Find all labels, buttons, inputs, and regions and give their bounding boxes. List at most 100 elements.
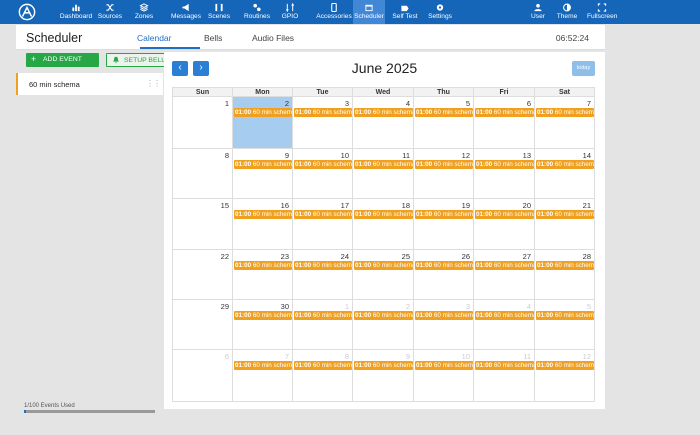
calendar-day-cell[interactable]: 21 01:00 60 min schema (534, 198, 595, 250)
calendar-day-cell[interactable]: 17 01:00 60 min schema (292, 198, 353, 250)
calendar-event[interactable]: 01:00 60 min schema (475, 361, 534, 370)
calendar-event[interactable]: 01:00 60 min schema (354, 261, 413, 270)
calendar-event[interactable]: 01:00 60 min schema (415, 261, 473, 270)
calendar-event[interactable]: 01:00 60 min schema (234, 108, 292, 117)
calendar-day-cell[interactable]: 23 01:00 60 min schema (232, 249, 293, 300)
calendar-event[interactable]: 01:00 60 min schema (475, 108, 534, 117)
calendar-event[interactable]: 01:00 60 min schema (536, 361, 594, 370)
setup-bells-button[interactable]: SETUP BELLS (106, 53, 171, 67)
logo-icon[interactable] (18, 3, 36, 21)
calendar-day-cell[interactable]: 5 01:00 60 min schema (534, 299, 595, 350)
calendar-day-cell[interactable]: 18 01:00 60 min schema (352, 198, 414, 250)
calendar-day-cell[interactable]: 3 01:00 60 min schema (413, 299, 474, 350)
calendar-event[interactable]: 01:00 60 min schema (415, 361, 473, 370)
calendar-event[interactable]: 01:00 60 min schema (415, 210, 473, 219)
nav-item-dashboard[interactable]: Dashboard (59, 0, 93, 24)
nav-item-user[interactable]: User (529, 0, 547, 24)
calendar-event[interactable]: 01:00 60 min schema (475, 210, 534, 219)
tab-audio-files[interactable]: Audio Files (252, 33, 294, 43)
calendar-event[interactable]: 01:00 60 min schema (354, 311, 413, 320)
calendar-day-cell[interactable]: 10 01:00 60 min schema (292, 148, 353, 199)
nav-item-routines[interactable]: Routines (242, 0, 272, 24)
calendar-day-cell[interactable]: 2 01:00 60 min schema (232, 96, 293, 149)
nav-item-scenes[interactable]: Scenes (206, 0, 232, 24)
nav-item-accessories[interactable]: Accessories (316, 0, 352, 24)
calendar-event[interactable]: 01:00 60 min schema (536, 261, 594, 270)
calendar-day-cell[interactable]: 12 01:00 60 min schema (534, 349, 595, 402)
calendar-day-cell[interactable]: 6 01:00 60 min schema (473, 96, 535, 149)
calendar-day-cell[interactable]: 16 01:00 60 min schema (232, 198, 293, 250)
calendar-event[interactable]: 01:00 60 min schema (536, 311, 594, 320)
calendar-day-cell[interactable]: 24 01:00 60 min schema (292, 249, 353, 300)
calendar-event[interactable]: 01:00 60 min schema (354, 210, 413, 219)
calendar-day-cell[interactable]: 11 01:00 60 min schema (352, 148, 414, 199)
calendar-day-cell[interactable]: 10 01:00 60 min schema (413, 349, 474, 402)
calendar-event[interactable]: 01:00 60 min schema (294, 261, 352, 270)
calendar-event[interactable]: 01:00 60 min schema (294, 108, 352, 117)
calendar-event[interactable]: 01:00 60 min schema (475, 311, 534, 320)
calendar-event[interactable]: 01:00 60 min schema (294, 311, 352, 320)
calendar-event[interactable]: 01:00 60 min schema (536, 160, 594, 169)
calendar-event[interactable]: 01:00 60 min schema (354, 160, 413, 169)
nav-item-gpio[interactable]: GPIO (279, 0, 301, 24)
calendar-day-cell[interactable]: 19 01:00 60 min schema (413, 198, 474, 250)
calendar-day-cell[interactable]: 8 01:00 60 min schema (292, 349, 353, 402)
calendar-day-cell[interactable]: 7 01:00 60 min schema (534, 96, 595, 149)
calendar-day-cell[interactable]: 20 01:00 60 min schema (473, 198, 535, 250)
calendar-day-cell[interactable]: 29 (172, 299, 233, 350)
nav-item-sources[interactable]: Sources (96, 0, 124, 24)
calendar-event[interactable]: 01:00 60 min schema (536, 210, 594, 219)
calendar-day-cell[interactable]: 2 01:00 60 min schema (352, 299, 414, 350)
calendar-event[interactable]: 01:00 60 min schema (475, 160, 534, 169)
calendar-event[interactable]: 01:00 60 min schema (415, 311, 473, 320)
calendar-event[interactable]: 01:00 60 min schema (294, 210, 352, 219)
calendar-event[interactable]: 01:00 60 min schema (536, 108, 594, 117)
calendar-event[interactable]: 01:00 60 min schema (475, 261, 534, 270)
calendar-event[interactable]: 01:00 60 min schema (354, 361, 413, 370)
calendar-day-cell[interactable]: 13 01:00 60 min schema (473, 148, 535, 199)
event-list-item[interactable]: 60 min schema ⋮⋮ (16, 73, 163, 95)
calendar-day-cell[interactable]: 30 01:00 60 min schema (232, 299, 293, 350)
calendar-day-cell[interactable]: 4 01:00 60 min schema (352, 96, 414, 149)
calendar-day-cell[interactable]: 25 01:00 60 min schema (352, 249, 414, 300)
nav-item-messages[interactable]: Messages (169, 0, 203, 24)
add-event-button[interactable]: + ADD EVENT (26, 53, 99, 67)
nav-item-settings[interactable]: Settings (426, 0, 454, 24)
calendar-day-cell[interactable]: 15 (172, 198, 233, 250)
calendar-day-cell[interactable]: 3 01:00 60 min schema (292, 96, 353, 149)
nav-item-theme[interactable]: Theme (556, 0, 578, 24)
calendar-day-cell[interactable]: 22 (172, 249, 233, 300)
calendar-day-cell[interactable]: 1 01:00 60 min schema (292, 299, 353, 350)
calendar-event[interactable]: 01:00 60 min schema (234, 361, 292, 370)
calendar-event[interactable]: 01:00 60 min schema (294, 160, 352, 169)
calendar-day-cell[interactable]: 9 01:00 60 min schema (352, 349, 414, 402)
nav-item-fullscreen[interactable]: Fullscreen (587, 0, 617, 24)
calendar-day-cell[interactable]: 14 01:00 60 min schema (534, 148, 595, 199)
calendar-day-cell[interactable]: 28 01:00 60 min schema (534, 249, 595, 300)
calendar-day-cell[interactable]: 27 01:00 60 min schema (473, 249, 535, 300)
today-button[interactable]: today (572, 61, 595, 76)
calendar-day-cell[interactable]: 26 01:00 60 min schema (413, 249, 474, 300)
nav-item-zones[interactable]: Zones (132, 0, 156, 24)
calendar-event[interactable]: 01:00 60 min schema (234, 160, 292, 169)
nav-item-self-test[interactable]: Self Test (390, 0, 420, 24)
calendar-event[interactable]: 01:00 60 min schema (415, 160, 473, 169)
calendar-event[interactable]: 01:00 60 min schema (234, 210, 292, 219)
calendar-event[interactable]: 01:00 60 min schema (234, 311, 292, 320)
tab-bells[interactable]: Bells (204, 33, 222, 43)
calendar-day-cell[interactable]: 7 01:00 60 min schema (232, 349, 293, 402)
calendar-event[interactable]: 01:00 60 min schema (294, 361, 352, 370)
calendar-event[interactable]: 01:00 60 min schema (415, 108, 473, 117)
nav-item-scheduler[interactable]: Scheduler (353, 0, 385, 24)
calendar-day-cell[interactable]: 4 01:00 60 min schema (473, 299, 535, 350)
calendar-day-cell[interactable]: 11 01:00 60 min schema (473, 349, 535, 402)
calendar-event[interactable]: 01:00 60 min schema (354, 108, 413, 117)
calendar-day-cell[interactable]: 6 (172, 349, 233, 402)
calendar-day-cell[interactable]: 9 01:00 60 min schema (232, 148, 293, 199)
calendar-day-cell[interactable]: 5 01:00 60 min schema (413, 96, 474, 149)
calendar-day-cell[interactable]: 1 (172, 96, 233, 149)
drag-handle-icon[interactable]: ⋮⋮ (146, 79, 161, 88)
calendar-day-cell[interactable]: 8 (172, 148, 233, 199)
calendar-event[interactable]: 01:00 60 min schema (234, 261, 292, 270)
tab-calendar[interactable]: Calendar (137, 33, 172, 43)
